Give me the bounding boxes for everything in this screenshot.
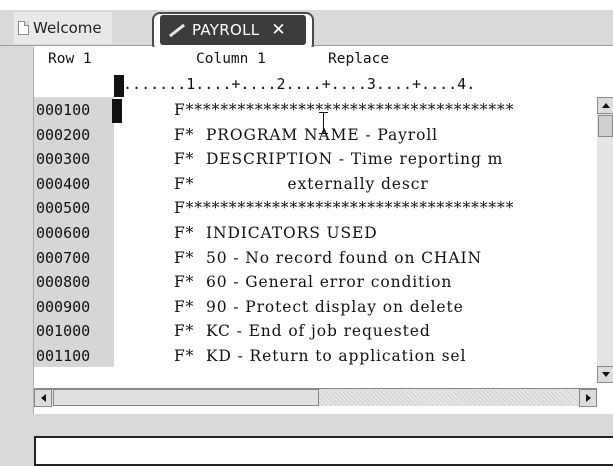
column-indicator: Column 1: [196, 51, 266, 67]
source-code-text[interactable]: F**************************************: [174, 101, 514, 119]
sequence-number: 000800: [36, 273, 91, 292]
source-code-text[interactable]: F**************************************: [174, 199, 514, 217]
close-tab-icon[interactable]: ✕: [271, 20, 285, 40]
document-icon: [18, 21, 29, 35]
source-line[interactable]: 000900 F* 90 - Protect display on delete: [34, 296, 613, 321]
arrow-right-icon: [586, 394, 591, 402]
vertical-scrollbar[interactable]: [597, 97, 613, 383]
source-line[interactable]: 000700 F* 50 - No record found on CHAIN: [34, 247, 613, 272]
arrow-left-icon: [41, 394, 46, 402]
sequence-number: 000400: [36, 174, 91, 193]
sequence-number: 000700: [36, 248, 91, 267]
scroll-up-button[interactable]: [597, 97, 613, 114]
source-line[interactable]: 000800 F* 60 - General error condition: [34, 271, 613, 296]
left-gutter: [0, 46, 33, 466]
sequence-number: 001000: [36, 322, 91, 341]
source-code-text[interactable]: F* 50 - No record found on CHAIN: [174, 249, 482, 267]
row-indicator: Row 1: [48, 51, 92, 67]
scroll-right-button[interactable]: [579, 389, 597, 407]
source-line[interactable]: 000300 F* DESCRIPTION - Time reporting m: [34, 148, 613, 173]
source-code-text[interactable]: F* DESCRIPTION - Time reporting m: [174, 150, 503, 168]
sequence-number: 000900: [36, 297, 91, 316]
source-code-text[interactable]: F* 60 - General error condition: [174, 273, 452, 291]
tab-payroll[interactable]: PAYROLL ✕: [160, 15, 306, 45]
tab-welcome-label: Welcome: [33, 19, 102, 37]
source-code-text[interactable]: F* externally descr: [174, 175, 429, 193]
source-code-text[interactable]: F* KD - Return to application sel: [174, 347, 466, 365]
source-line[interactable]: 000500 F*********************************…: [34, 197, 613, 222]
ruler-cursor-marker: [114, 75, 124, 97]
arrow-down-icon: [602, 372, 610, 377]
source-code-text[interactable]: F* PROGRAM NAME - Payroll: [174, 126, 438, 144]
source-editor[interactable]: Row 1 Column 1 Replace ........1....+...…: [33, 47, 613, 414]
pencil-icon: [166, 22, 188, 38]
vertical-scroll-thumb[interactable]: [598, 115, 613, 137]
command-line-input[interactable]: [34, 436, 613, 466]
sequence-number: 000200: [36, 125, 91, 144]
tab-welcome[interactable]: Welcome: [14, 12, 112, 44]
scroll-down-button[interactable]: [597, 366, 613, 383]
horizontal-scrollbar[interactable]: [34, 388, 597, 407]
text-cursor: [319, 112, 328, 134]
source-line[interactable]: 001000 F* KC - End of job requested: [34, 320, 613, 345]
column-ruler: ........1....+....2....+....3....+....4.: [114, 75, 476, 93]
current-line-marker: [112, 99, 122, 123]
source-line[interactable]: 001100 F* KD - Return to application sel: [34, 345, 613, 370]
bottom-panel: [0, 414, 613, 466]
sequence-number: 000300: [36, 150, 91, 169]
source-code-text[interactable]: F* 90 - Protect display on delete: [174, 298, 464, 316]
insert-mode-indicator: Replace: [328, 51, 390, 67]
sequence-number: 000600: [36, 224, 91, 242]
source-code-text[interactable]: F* INDICATORS USED: [174, 224, 378, 242]
source-code-text[interactable]: F* KC - End of job requested: [174, 322, 431, 340]
arrow-up-icon: [602, 103, 610, 108]
tab-payroll-highlight: PAYROLL ✕: [152, 12, 314, 52]
scroll-left-button[interactable]: [34, 389, 52, 407]
sequence-number: 001100: [36, 347, 91, 365]
editor-status-line: Row 1 Column 1 Replace: [34, 47, 613, 71]
tab-payroll-label: PAYROLL: [192, 21, 260, 39]
sequence-number: 000500: [36, 199, 91, 218]
editor-tab-bar: Welcome PAYROLL ✕: [0, 0, 613, 52]
source-line[interactable]: 000400 F* externally descr: [34, 173, 613, 198]
horizontal-scroll-thumb[interactable]: [53, 389, 319, 406]
source-line[interactable]: 000600 F* INDICATORS USED: [34, 222, 613, 247]
sequence-number: 000100: [36, 101, 91, 119]
